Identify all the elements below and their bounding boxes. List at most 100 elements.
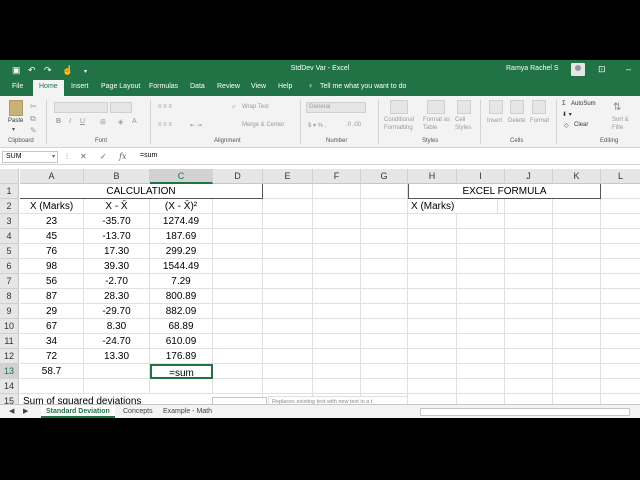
grid-cell[interactable] xyxy=(263,364,313,379)
row-header-15[interactable]: 15 xyxy=(0,394,19,404)
column-header-j[interactable]: J xyxy=(505,169,553,184)
grid-cell[interactable] xyxy=(313,199,361,214)
row-header-5[interactable]: 5 xyxy=(0,244,19,259)
select-all-corner[interactable] xyxy=(0,169,19,184)
grid-cell[interactable] xyxy=(408,274,457,289)
grid-cell[interactable] xyxy=(361,214,408,229)
grid-cell[interactable] xyxy=(313,229,361,244)
conditional-formatting-icon[interactable] xyxy=(390,100,408,114)
grid-cell[interactable] xyxy=(553,349,601,364)
grid-cell[interactable] xyxy=(361,319,408,334)
cell-marks[interactable]: 76 xyxy=(20,244,84,259)
header-x-marks-formula[interactable]: X (Marks) xyxy=(408,199,498,214)
cell-squared-deviation[interactable]: 68.89 xyxy=(150,319,213,334)
insert-function-button[interactable]: fx xyxy=(119,152,126,161)
grid-cell[interactable] xyxy=(601,319,640,334)
grid-cell[interactable] xyxy=(601,259,640,274)
grid-cell[interactable] xyxy=(263,289,313,304)
formula-input[interactable]: =sum xyxy=(140,152,157,159)
grid-cell[interactable] xyxy=(408,394,457,404)
grid-cell[interactable] xyxy=(553,319,601,334)
grid-cell[interactable] xyxy=(457,349,505,364)
cell-deviation[interactable]: -24.70 xyxy=(84,334,150,349)
active-cell[interactable]: =sum xyxy=(150,364,213,379)
grid-cell[interactable] xyxy=(505,394,553,404)
paste-button[interactable]: Paste xyxy=(8,118,23,124)
grid-cell[interactable] xyxy=(361,199,408,214)
grid-cell[interactable] xyxy=(553,394,601,404)
cell-marks[interactable]: 67 xyxy=(20,319,84,334)
grid-cell[interactable] xyxy=(601,304,640,319)
row-header-1[interactable]: 1 xyxy=(0,184,19,199)
grid-cell[interactable] xyxy=(263,229,313,244)
cell-squared-deviation[interactable]: 882.09 xyxy=(150,304,213,319)
grid-cell[interactable] xyxy=(213,259,263,274)
grid-cell[interactable] xyxy=(361,289,408,304)
cell-squared-deviation[interactable]: 1544.49 xyxy=(150,259,213,274)
row-header-8[interactable]: 8 xyxy=(0,289,19,304)
fill-icon[interactable]: ⬇ ▾ xyxy=(562,111,572,118)
grid-cell[interactable] xyxy=(263,379,313,394)
cancel-icon[interactable]: ✕ xyxy=(80,152,87,161)
grid-cell[interactable] xyxy=(361,229,408,244)
grid-cell[interactable] xyxy=(408,334,457,349)
grid-cell[interactable] xyxy=(313,319,361,334)
cell-deviation[interactable]: 39.30 xyxy=(84,259,150,274)
column-header-f[interactable]: F xyxy=(313,169,361,184)
format-cells-icon[interactable] xyxy=(532,100,546,114)
cell-squared-deviation[interactable]: 7.29 xyxy=(150,274,213,289)
clipboard-paste-icon[interactable] xyxy=(9,100,23,116)
underline-icon[interactable]: U xyxy=(80,118,85,125)
grid-cell[interactable] xyxy=(553,199,601,214)
cell-deviation[interactable]: 8.30 xyxy=(84,319,150,334)
grid-cell[interactable] xyxy=(553,229,601,244)
grid-cell[interactable] xyxy=(313,304,361,319)
conditional-formatting-button[interactable]: Conditional Formatting xyxy=(384,116,420,132)
autocomplete-list[interactable] xyxy=(212,397,267,404)
tab-data[interactable]: Data xyxy=(190,83,205,90)
row-header-7[interactable]: 7 xyxy=(0,274,19,289)
user-name[interactable]: Ramya Rachel S xyxy=(506,65,559,72)
tab-home[interactable]: Home xyxy=(33,80,64,96)
grid-cell[interactable] xyxy=(505,244,553,259)
row-header-12[interactable]: 12 xyxy=(0,349,19,364)
grid-cell[interactable] xyxy=(313,334,361,349)
grid-cell[interactable] xyxy=(505,364,553,379)
clear-icon[interactable]: ◇ xyxy=(564,122,569,129)
cell-squared-deviation[interactable]: 1274.49 xyxy=(150,214,213,229)
row-header-2[interactable]: 2 xyxy=(0,199,19,214)
grid-cell[interactable] xyxy=(263,244,313,259)
grid-cell[interactable] xyxy=(313,274,361,289)
clear-button[interactable]: Clear xyxy=(574,122,588,128)
grid-cell[interactable] xyxy=(457,244,505,259)
grid-cell[interactable] xyxy=(408,349,457,364)
grid-cell[interactable] xyxy=(505,229,553,244)
grid-cell[interactable] xyxy=(408,229,457,244)
insert-cells-button[interactable]: Insert xyxy=(487,118,502,124)
grid-cell[interactable] xyxy=(361,184,408,199)
cut-icon[interactable]: ✂ xyxy=(30,102,37,111)
font-color-icon[interactable]: A xyxy=(132,118,137,125)
minimize-icon[interactable]: – xyxy=(626,64,631,74)
name-box[interactable]: SUM xyxy=(2,151,58,163)
grid-cell[interactable] xyxy=(408,304,457,319)
grid-cell[interactable] xyxy=(601,289,640,304)
header-squared-deviation[interactable]: (X - X̄)² xyxy=(150,199,213,214)
tab-help[interactable]: Help xyxy=(278,83,292,90)
grid-cell[interactable] xyxy=(601,199,640,214)
cell-marks[interactable]: 23 xyxy=(20,214,84,229)
cell-styles-button[interactable]: Cell Styles xyxy=(455,116,473,132)
grid-cell[interactable] xyxy=(408,364,457,379)
sheet-tab-example-math[interactable]: Example - Math xyxy=(158,405,217,418)
grid-cell[interactable] xyxy=(213,199,263,214)
grid-cell[interactable] xyxy=(313,379,361,394)
grid-cell[interactable] xyxy=(313,364,361,379)
tab-insert[interactable]: Insert xyxy=(71,83,89,90)
grid-cell[interactable] xyxy=(457,289,505,304)
grid-cell[interactable] xyxy=(553,289,601,304)
grid-cell[interactable] xyxy=(213,229,263,244)
grid-cell[interactable] xyxy=(20,379,84,394)
decimal-icon[interactable]: .0 .00 xyxy=(346,122,361,128)
grid-cell[interactable] xyxy=(457,379,505,394)
row-header-4[interactable]: 4 xyxy=(0,229,19,244)
